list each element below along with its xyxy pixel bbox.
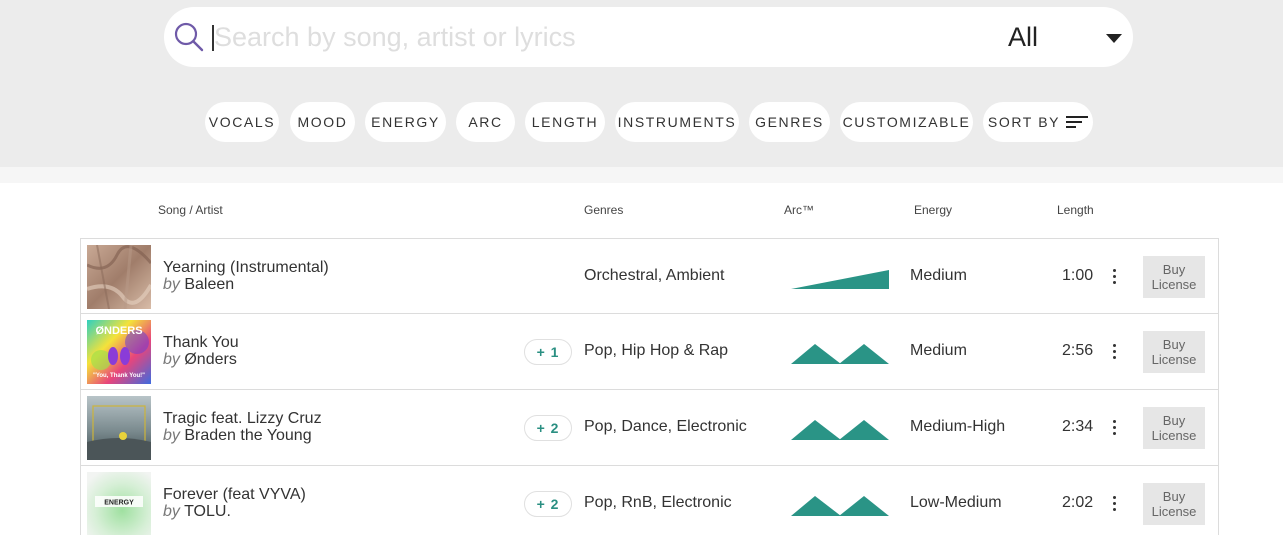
buy-license-button[interactable]: Buy License: [1143, 407, 1205, 449]
filter-arc-button[interactable]: ARC: [456, 102, 515, 142]
by-label: by: [163, 427, 180, 444]
filter-instruments-button[interactable]: INSTRUMENTS: [615, 102, 739, 142]
artist-name[interactable]: Baleen: [184, 276, 234, 293]
song-genres: Pop, Hip Hop & Rap: [584, 342, 729, 359]
column-header-energy[interactable]: Energy: [914, 203, 952, 217]
filter-energy-button[interactable]: ENERGY: [365, 102, 446, 142]
artist-name[interactable]: Braden the Young: [184, 427, 311, 444]
song-title[interactable]: Yearning (Instrumental): [163, 259, 329, 277]
by-label: by: [163, 351, 180, 368]
search-icon[interactable]: [174, 22, 204, 52]
song-length: 2:56: [1062, 342, 1094, 359]
table-row[interactable]: Tragic feat. Lizzy Cruz by Braden the Yo…: [80, 390, 1219, 466]
filter-genres-label: GENRES: [755, 114, 824, 130]
search-filter-select[interactable]: All: [1002, 17, 1122, 57]
search-input[interactable]: [214, 17, 974, 57]
buy-license-button[interactable]: Buy License: [1143, 331, 1205, 373]
filter-instruments-label: INSTRUMENTS: [617, 114, 737, 130]
column-header-song[interactable]: Song / Artist: [158, 203, 223, 217]
more-genres-badge[interactable]: + 1: [524, 339, 572, 365]
cover-text-top: ØNDERS: [95, 325, 142, 337]
by-label: by: [163, 503, 180, 520]
buy-license-button[interactable]: Buy License: [1143, 483, 1205, 525]
arc-graph: [791, 344, 889, 364]
filter-length-button[interactable]: LENGTH: [525, 102, 605, 142]
table-row[interactable]: Yearning (Instrumental) by Baleen Orches…: [80, 238, 1219, 314]
song-artist[interactable]: by Braden the Young: [163, 427, 312, 445]
song-artist[interactable]: by Ønders: [163, 351, 237, 369]
chevron-down-icon: [1106, 34, 1122, 43]
song-title[interactable]: Forever (feat VYVA): [163, 486, 306, 504]
filter-mood-label: MOOD: [297, 114, 348, 130]
column-header-genres[interactable]: Genres: [584, 203, 623, 217]
sort-by-label: SORT BY: [987, 114, 1061, 130]
more-options-icon[interactable]: [1106, 338, 1122, 364]
column-header-length[interactable]: Length: [1057, 203, 1094, 217]
buy-license-button[interactable]: Buy License: [1143, 256, 1205, 298]
filter-genres-button[interactable]: GENRES: [749, 102, 830, 142]
song-artist[interactable]: by TOLU.: [163, 503, 231, 521]
more-options-icon[interactable]: [1106, 414, 1122, 440]
song-energy: Low-Medium: [910, 494, 1002, 511]
header-divider: [0, 167, 1283, 183]
more-options-icon[interactable]: [1106, 490, 1122, 516]
column-header-arc[interactable]: Arc™: [784, 203, 814, 217]
song-artist[interactable]: by Baleen: [163, 276, 234, 294]
more-genres-badge[interactable]: + 2: [524, 415, 572, 441]
arc-graph: [791, 420, 889, 440]
filter-vocals-label: VOCALS: [208, 114, 276, 130]
song-genres: Pop, Dance, Electronic: [584, 418, 747, 435]
cover-text-bottom: "You, Thank You!": [93, 373, 145, 379]
song-length: 2:02: [1062, 494, 1094, 511]
album-cover[interactable]: ØNDERS "You, Thank You!": [87, 320, 151, 384]
table-row[interactable]: ENERGY Forever (feat VYVA) by TOLU. + 2 …: [80, 466, 1219, 535]
table-row[interactable]: ØNDERS "You, Thank You!" Thank You by Øn…: [80, 314, 1219, 390]
sort-by-button[interactable]: SORT BY: [983, 102, 1093, 142]
artist-name[interactable]: Ønders: [184, 351, 236, 368]
song-length: 2:34: [1062, 418, 1094, 435]
cover-text: ENERGY: [104, 500, 134, 507]
filter-energy-label: ENERGY: [371, 114, 440, 130]
album-cover[interactable]: [87, 245, 151, 309]
search-bar: All: [164, 7, 1133, 67]
song-genres: Orchestral, Ambient: [584, 267, 725, 284]
song-genres: Pop, RnB, Electronic: [584, 494, 732, 511]
more-options-icon[interactable]: [1106, 263, 1122, 289]
song-title[interactable]: Thank You: [163, 334, 239, 352]
more-genres-badge[interactable]: + 2: [524, 491, 572, 517]
filter-customizable-button[interactable]: CUSTOMIZABLE: [840, 102, 973, 142]
filter-mood-button[interactable]: MOOD: [290, 102, 355, 142]
filter-customizable-label: CUSTOMIZABLE: [842, 114, 971, 130]
arc-graph: [791, 270, 889, 289]
song-title[interactable]: Tragic feat. Lizzy Cruz: [163, 410, 322, 428]
album-cover[interactable]: ENERGY: [87, 472, 151, 535]
search-filter-value: All: [1008, 21, 1039, 52]
song-energy: Medium: [910, 342, 967, 359]
filter-length-label: LENGTH: [531, 114, 599, 130]
filter-vocals-button[interactable]: VOCALS: [205, 102, 279, 142]
arc-graph: [791, 496, 889, 516]
artist-name[interactable]: TOLU.: [184, 503, 231, 520]
filter-arc-label: ARC: [468, 114, 503, 130]
by-label: by: [163, 276, 180, 293]
sort-icon: [1066, 115, 1089, 129]
album-cover[interactable]: [87, 396, 151, 460]
song-energy: Medium-High: [910, 418, 1006, 435]
song-energy: Medium: [910, 267, 967, 284]
song-length: 1:00: [1062, 267, 1094, 284]
